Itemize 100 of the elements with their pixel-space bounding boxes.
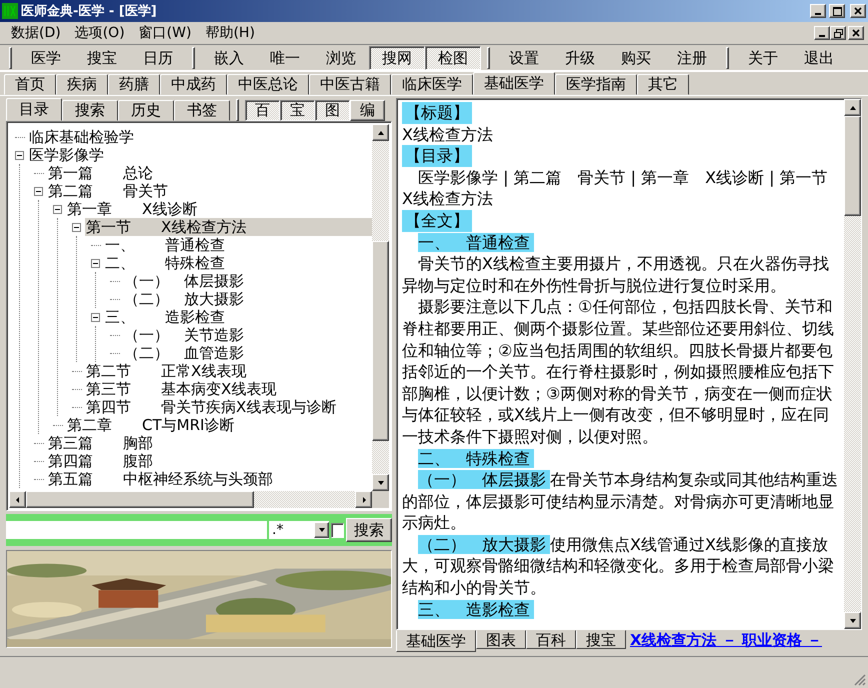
tab[interactable]: 基础医学: [396, 630, 476, 652]
resize-grip-icon: [854, 674, 866, 686]
scroll-left-button[interactable]: [9, 491, 26, 508]
app-icon: [2, 3, 18, 19]
down-arrow-icon: [848, 616, 856, 624]
section-label: 【全文】: [402, 210, 472, 232]
tree-item[interactable]: 第四节 骨关节疾病X线表现与诊断: [85, 398, 338, 416]
search-field[interactable]: [6, 521, 267, 539]
section-heading: 二、 特殊检查: [418, 448, 534, 468]
tree-item[interactable]: （一） 体层摄影: [123, 272, 245, 290]
tree-item[interactable]: 第三篇 胸部: [47, 434, 154, 452]
tree-item[interactable]: 第三节 基本病变X线表现: [85, 380, 278, 398]
scroll-up-button[interactable]: [372, 124, 389, 141]
menu-item[interactable]: 数据(D): [4, 24, 68, 42]
horizontal-scrollbar[interactable]: [9, 491, 372, 508]
tab[interactable]: 搜宝: [576, 630, 626, 649]
search-button[interactable]: 搜索: [346, 518, 392, 542]
scrollbar-thumb[interactable]: [844, 116, 861, 216]
tree-toggle[interactable]: [72, 222, 81, 232]
vertical-scrollbar[interactable]: [372, 124, 389, 491]
tab[interactable]: 百科: [526, 630, 576, 649]
tree-item[interactable]: 第二节 正常X线表现: [85, 362, 248, 380]
toggle-button[interactable]: 百: [245, 100, 280, 121]
regex-checkbox[interactable]: [331, 522, 344, 538]
tab[interactable]: 搜索: [62, 100, 118, 121]
scrollbar-corner: [372, 491, 389, 508]
menu-item[interactable]: 选项(O): [68, 24, 132, 42]
tree-item[interactable]: 一、 普通检查: [104, 236, 226, 254]
tree-item[interactable]: 第五篇 中枢神经系统与头颈部: [47, 470, 274, 488]
paragraph: （一） 体层摄影 在骨关节本身结构复杂或同其他结构重迭的部位，体层摄影可使结构显示清楚。对骨病亦可更清晰地显示病灶。: [402, 469, 839, 534]
up-arrow-icon: [376, 128, 384, 136]
tree-toggle[interactable]: [15, 150, 24, 160]
tab[interactable]: 疾病: [56, 74, 108, 95]
close-icon: [852, 29, 860, 37]
tab[interactable]: 中医总论: [227, 74, 309, 95]
scroll-down-button[interactable]: [844, 612, 861, 629]
tab[interactable]: 药膳: [108, 74, 160, 95]
tree-item[interactable]: 第四篇 腹部: [47, 452, 154, 470]
tree-toggle[interactable]: [91, 258, 100, 268]
toolbar-button[interactable]: 检图: [425, 46, 481, 70]
tree-item[interactable]: （二） 血管造影: [123, 344, 245, 362]
toolbar-button[interactable]: 搜网: [369, 46, 425, 70]
tree-item[interactable]: 第一篇 总论: [47, 164, 154, 182]
section-heading: 一、 普通检查: [418, 232, 534, 252]
section-label: 【目录】: [402, 145, 472, 167]
article-link[interactable]: X线检查方法 － 职业资格 －: [626, 630, 822, 650]
tab[interactable]: 其它: [637, 74, 689, 95]
tree-toggle[interactable]: [91, 312, 100, 322]
tab[interactable]: 医学指南: [555, 74, 637, 95]
paragraph: （二） 放大摄影 使用微焦点X线管通过X线影像的直接放大，可观察骨骼细微结构和轻微变化。多用于检查局部骨小梁结构和小的骨关节。: [402, 534, 835, 599]
section-label: 【标题】: [402, 102, 472, 124]
minimize-button[interactable]: [810, 4, 826, 18]
tab[interactable]: 基础医学: [473, 72, 555, 95]
toggle-button[interactable]: 编: [350, 100, 385, 121]
tab[interactable]: 目录: [6, 98, 62, 121]
restore-button[interactable]: [830, 26, 846, 40]
menu-item[interactable]: 窗口(W): [132, 24, 198, 42]
minimize-button[interactable]: [814, 26, 830, 40]
scrollbar-thumb[interactable]: [372, 241, 389, 441]
window-title: 医师金典-医学 - [医学]: [21, 3, 158, 20]
left-arrow-icon: [14, 496, 22, 504]
tree-item[interactable]: （二） 放大摄影: [123, 290, 245, 308]
tree-item[interactable]: （一） 关节造影: [123, 326, 245, 344]
tab[interactable]: 中成药: [160, 74, 227, 95]
tree-item[interactable]: 第二篇 骨关节: [47, 182, 169, 200]
tree-item[interactable]: 三、 造影检查: [104, 308, 226, 326]
tree-item[interactable]: 临床基础检验学: [28, 128, 135, 146]
up-arrow-icon: [848, 104, 856, 112]
tree-item[interactable]: 第一章 X线诊断: [66, 200, 198, 218]
scroll-up-button[interactable]: [844, 99, 861, 116]
dropdown-arrow-icon: [318, 526, 326, 534]
tree-toggle[interactable]: [53, 204, 62, 214]
close-icon: [854, 7, 862, 15]
toggle-button[interactable]: 图: [315, 100, 350, 121]
toggle-button[interactable]: 宝: [280, 100, 315, 121]
tree-item[interactable]: 二、 特殊检查: [104, 254, 226, 272]
tab[interactable]: 历史: [118, 100, 174, 121]
close-button[interactable]: [850, 4, 866, 18]
maximize-button[interactable]: [829, 4, 845, 18]
tree-item[interactable]: 医学影像学: [28, 146, 105, 164]
tab[interactable]: 书签: [174, 100, 230, 121]
scroll-right-button[interactable]: [355, 491, 372, 508]
maximize-icon: [832, 6, 842, 16]
scrollbar-thumb[interactable]: [26, 491, 254, 508]
vertical-scrollbar[interactable]: [844, 99, 861, 629]
tree-item[interactable]: 第一节 X线检查方法: [85, 218, 372, 236]
tab[interactable]: 首页: [4, 74, 56, 95]
pattern-dropdown[interactable]: .*: [269, 521, 329, 539]
article-title: X线检查方法: [402, 124, 494, 146]
tab[interactable]: 中医古籍: [309, 74, 391, 95]
menu-item[interactable]: 帮助(H): [198, 24, 262, 42]
paragraph: 摄影要注意以下几点：①任何部位，包括四肢长骨、关节和脊柱都要用正、侧两个摄影位置。某些部位还要用斜位、切线位和轴位等；②应当包括周围的软组织。四肢长骨摄片都要包括邻近的一个关节。在行脊柱摄影时，例如摄照腰椎应包括下部胸椎，以便计数；③两侧对称的骨关节，病变在一侧而症状与体征较轻，或X线片上一侧有改变，但不够明显时，应在同一技术条件下摄照对侧，以便对照。: [402, 296, 835, 448]
tree-item[interactable]: 第二章 CT与MRI诊断: [66, 416, 236, 434]
tree-toggle[interactable]: [34, 186, 43, 196]
scroll-down-button[interactable]: [372, 474, 389, 491]
paragraph: 骨关节的X线检查主要用摄片，不用透视。只在火器伤寻找异物与定位时和在外伤性骨折与脱位进行复位时采用。: [402, 253, 830, 296]
paragraph: 医学影像学 | 第二篇 骨关节 | 第一章 X线诊断 | 第一节 X线检查方法: [402, 166, 829, 210]
tab[interactable]: 图表: [476, 630, 526, 649]
close-button[interactable]: [848, 26, 864, 40]
tab[interactable]: 临床医学: [391, 74, 473, 95]
